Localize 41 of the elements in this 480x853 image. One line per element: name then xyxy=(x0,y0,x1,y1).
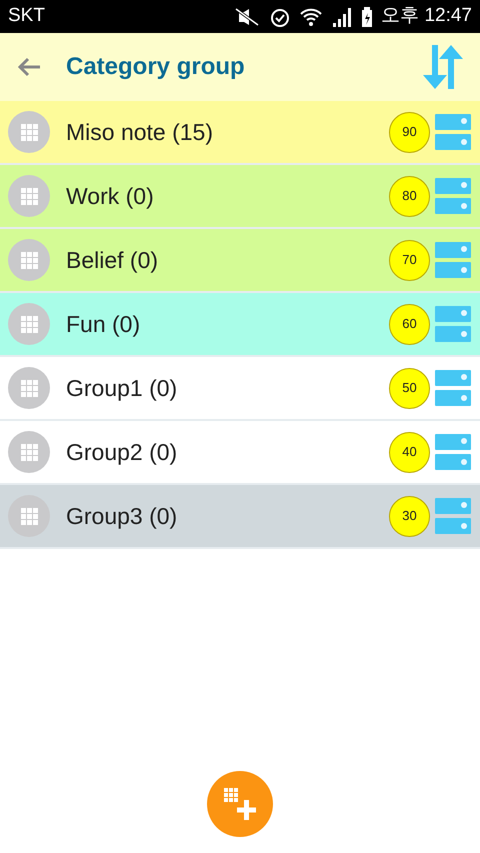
group-icon xyxy=(8,175,50,217)
order-badge: 80 xyxy=(389,176,430,216)
server-icon[interactable] xyxy=(434,241,472,279)
group-name: Fun (0) xyxy=(66,310,140,339)
group-name: Work (0) xyxy=(66,182,154,211)
screen-title: Category group xyxy=(66,52,245,82)
group-icon xyxy=(8,303,50,345)
group-row[interactable]: Miso note (15) 90 xyxy=(0,101,480,165)
order-badge: 70 xyxy=(389,240,430,280)
order-badge: 50 xyxy=(389,368,430,408)
group-icon xyxy=(8,239,50,281)
group-name: Belief (0) xyxy=(66,246,158,275)
add-grid-icon xyxy=(222,786,258,822)
group-row[interactable]: Fun (0) 60 xyxy=(0,293,480,357)
server-icon[interactable] xyxy=(434,497,472,535)
order-badge: 90 xyxy=(389,112,430,152)
group-name: Group2 (0) xyxy=(66,438,178,467)
order-badge: 60 xyxy=(389,304,430,344)
carrier-name: SKT xyxy=(8,4,45,28)
group-name: Group3 (0) xyxy=(66,502,178,531)
group-row[interactable]: Belief (0) 70 xyxy=(0,229,480,293)
server-icon[interactable] xyxy=(434,305,472,343)
group-icon xyxy=(8,111,50,153)
server-icon[interactable] xyxy=(434,369,472,407)
group-name: Group1 (0) xyxy=(66,374,178,403)
server-icon[interactable] xyxy=(434,177,472,215)
server-icon[interactable] xyxy=(434,113,472,151)
signal-icon xyxy=(331,6,354,26)
back-arrow-icon[interactable] xyxy=(16,57,42,77)
group-icon xyxy=(8,367,50,409)
server-icon[interactable] xyxy=(434,433,472,471)
group-row[interactable]: Group3 (0) 30 xyxy=(0,485,480,549)
battery-icon xyxy=(361,6,374,26)
order-badge: 30 xyxy=(389,496,430,536)
order-badge: 40 xyxy=(389,432,430,472)
group-row[interactable]: Work (0) 80 xyxy=(0,165,480,229)
clock-time: 오후 12:47 xyxy=(381,4,472,28)
group-icon xyxy=(8,495,50,537)
group-icon xyxy=(8,431,50,473)
mute-icon xyxy=(233,6,262,26)
group-name: Miso note (15) xyxy=(66,118,214,147)
